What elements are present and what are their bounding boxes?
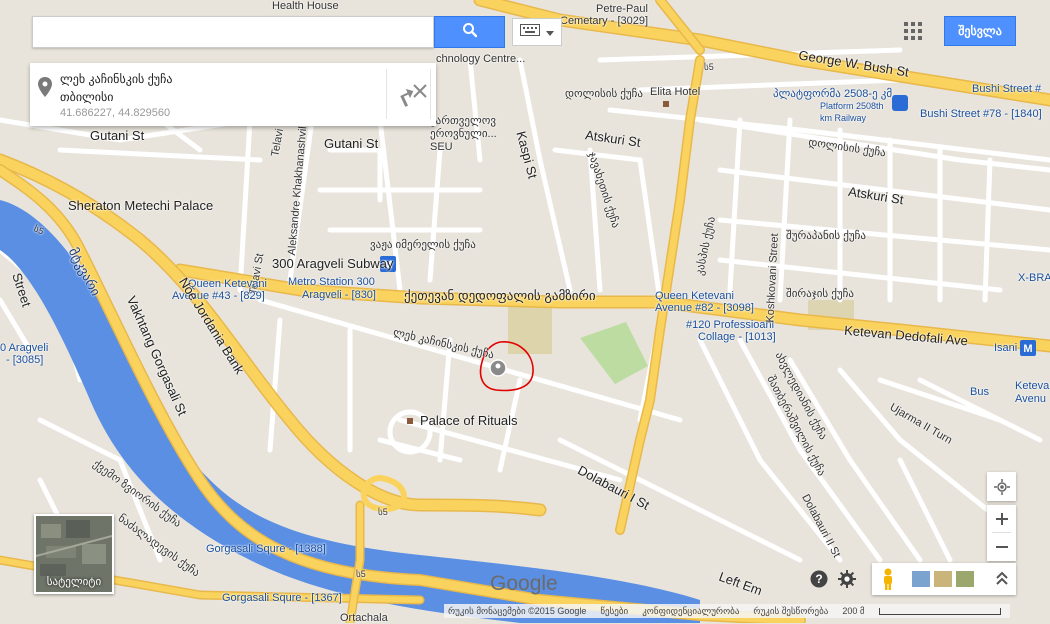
layers-bar [872,563,1016,595]
label-platform-en: Platform 2508th km Railway [820,101,884,123]
label-metro-300-b: Aragveli - [830] [302,289,376,301]
divider [386,69,387,119]
help-button[interactable]: ? [810,570,828,588]
zoom-control [987,505,1016,561]
label-gorgasali-1388: Gorgasali Squre - [1388] [206,543,326,555]
label-keteva: Keteva [1015,380,1050,392]
poi-marker [663,101,669,107]
keyboard-button[interactable] [512,18,562,46]
label-gutani-1: Gutani St [90,128,145,143]
label-gutani-2: Gutani St [324,136,379,151]
svg-text:M: M [1023,343,1032,355]
privacy-link[interactable]: კონფიდენციალურობა [642,606,739,617]
place-name: ლეხ კაჩინსკის ქუჩა [60,72,173,86]
label-route-s5-c: ს5 [356,569,366,579]
map-footer: რუკის მონაცემები ©2015 Google წესები კონ… [444,604,1010,618]
zoom-out-button[interactable] [987,533,1016,560]
keyboard-icon [520,23,540,41]
label-eroveuli: ეროვნული... [430,128,497,140]
svg-text:?: ? [815,572,822,586]
label-ketevan-geo: ქეთევან დედოფალის გამზირი [404,288,596,303]
label-queen-82-a: Queen Ketevani [655,290,734,302]
label-avenu: Avenu [1015,393,1046,405]
gear-icon [838,570,856,588]
map-data-attribution: რუკის მონაცემები ©2015 Google [448,605,587,616]
label-route-s5-a: ს5 [704,62,714,72]
layer-thumb-transit[interactable] [912,571,930,587]
label-isani: Isani [994,342,1018,354]
label-kartvel: ქართველოვ [430,115,497,127]
apps-grid-icon[interactable] [904,22,922,40]
search-button[interactable] [434,16,505,48]
divider [430,69,431,119]
my-location-icon [993,478,1010,495]
layer-thumb-terrain[interactable] [934,571,952,587]
label-dolisi-1: დოლისის ქუჩა [565,88,644,100]
close-icon [413,84,427,98]
label-sharpashi: შირაჯის ქუჩა [786,288,854,300]
label-ortachala: Ortachala [340,612,388,624]
label-elita-hotel: Elita Hotel [650,86,701,98]
zoom-in-button[interactable] [987,505,1016,532]
pegman-icon[interactable] [878,567,898,591]
label-queen-43-a: Queen Ketevani [188,278,267,290]
search-box[interactable] [32,16,437,48]
scale-label[interactable]: 200 მ [842,606,864,617]
label-prof-a: #120 Professioanl [686,319,775,331]
label-queen-82-b: Avenue #82 - [3098] [655,302,754,314]
label-gorgasali-1367: Gorgasali Squre - [1367] [222,592,342,604]
label-palace-rituals: Palace of Rituals [420,413,518,428]
label-technology: chnology Centre... [436,53,526,65]
plus-icon [995,512,1008,525]
sign-in-button[interactable]: შესვლა [944,16,1016,46]
label-cemetery: Cemetary - [3029] [560,15,649,27]
search-input[interactable] [33,17,437,45]
settings-button[interactable] [838,570,856,588]
my-location-button[interactable] [987,472,1016,501]
layer-thumb-photos[interactable] [956,571,974,587]
location-pin-icon [38,77,52,102]
place-coordinates: 41.686227, 44.829560 [60,107,171,119]
label-metro-300-a: Metro Station 300 [288,276,375,288]
chevron-down-icon [546,23,554,41]
satellite-label: სატელიტი [46,576,102,588]
label-route-s5-b: ს5 [378,507,388,517]
label-shrapanis: შურაპანის ქუჩა [786,230,866,242]
label-petre-paul: Petre-Paul [596,3,648,15]
place-card[interactable]: ლეხ კაჩინსკის ქუჩა თბილისი 41.686227, 44… [30,63,436,126]
close-button[interactable] [412,83,428,104]
expand-up-icon[interactable] [996,571,1008,587]
train-icon [892,95,908,111]
scale-bar [878,607,1001,615]
label-bus: Bus [970,386,989,398]
label-vazha: ვაჟა იმერელის ქუჩა [370,239,476,251]
minus-icon [995,545,1008,548]
label-aragveli-3085-a: 0 Aragveli [0,342,49,354]
label-x-bra: X-BRA [1018,272,1050,284]
label-seu: SEU [430,141,453,153]
label-aragveli-3085-b: - [3085] [6,354,44,366]
satellite-toggle[interactable]: სატელიტი [34,514,114,594]
terms-link[interactable]: წესები [600,606,628,617]
report-link[interactable]: რუკის შესწორება [753,606,828,617]
label-prof-b: Collage - [1013] [698,331,776,343]
poi-marker [407,418,413,424]
place-city: თბილისი [60,90,114,104]
google-logo: Google [490,572,558,595]
location-pin-icon [489,359,507,377]
help-icon: ? [810,570,828,588]
label-bushi-78: Bushi Street #78 - [1840] [920,108,1042,120]
label-health-house: Health House [272,0,339,12]
label-aragveli-subway: 300 Aragveli Subway [272,256,394,271]
label-sheraton: Sheraton Metechi Palace [68,198,214,213]
label-platform-geo: პლატფორმა 2508-ე კმ [773,88,893,100]
label-bushi-77: Bushi Street # [972,83,1042,95]
search-icon [462,22,478,43]
metro-icon-isani: M [1020,340,1036,356]
